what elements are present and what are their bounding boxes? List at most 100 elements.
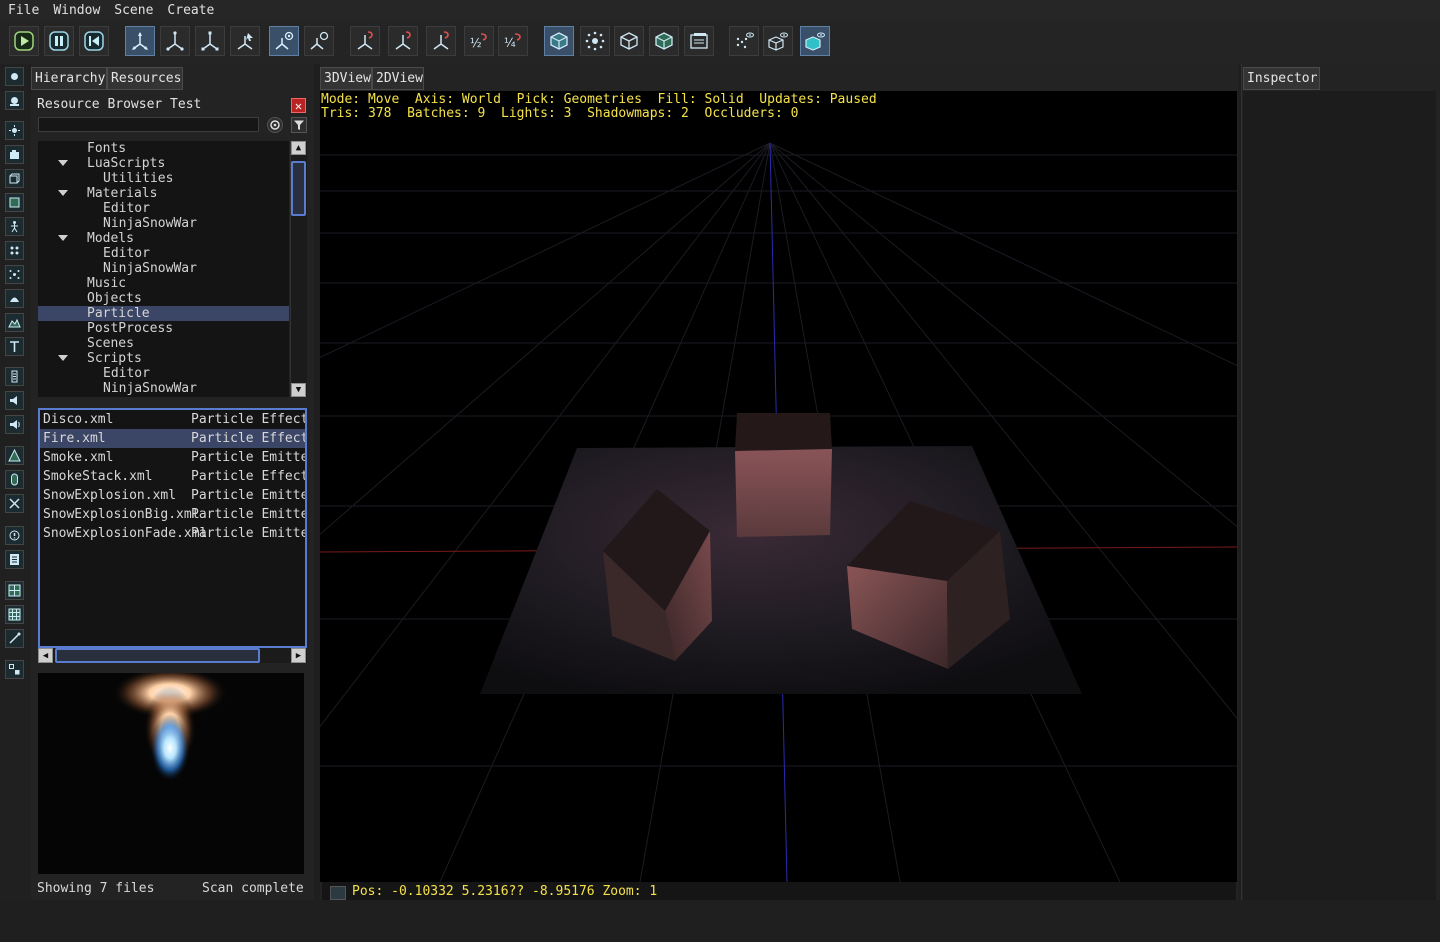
create-script-button[interactable]: [5, 526, 24, 545]
tree-item[interactable]: Editor: [38, 366, 289, 381]
pick-tool-button[interactable]: [269, 26, 299, 56]
create-static-model-button[interactable]: [5, 193, 24, 212]
tree-item[interactable]: Utilities: [38, 171, 289, 186]
scroll-right-arrow-icon[interactable]: ▶: [291, 648, 306, 663]
tree-item[interactable]: Editor: [38, 246, 289, 261]
file-row[interactable]: Disco.xml Particle Effect: [40, 410, 305, 429]
create-camera-button[interactable]: [5, 145, 24, 164]
tree-item[interactable]: Editor: [38, 201, 289, 216]
camera-tool-button[interactable]: [304, 26, 334, 56]
file-list-scroll-thumb[interactable]: [55, 648, 260, 663]
box-icon: [9, 173, 20, 184]
snap-rotate-button[interactable]: [388, 26, 418, 56]
play-button[interactable]: [9, 26, 39, 56]
create-constraint-button[interactable]: [5, 494, 24, 513]
tab-inspector[interactable]: Inspector: [1243, 67, 1320, 90]
filter-button[interactable]: [291, 117, 307, 133]
rewind-button[interactable]: [79, 26, 109, 56]
navmesh-icon: [8, 449, 21, 462]
tree-item[interactable]: LuaScripts: [38, 156, 289, 171]
expand-arrow-icon[interactable]: [58, 160, 68, 166]
create-node-button[interactable]: [5, 67, 24, 86]
create-collision-shape-button[interactable]: [5, 470, 24, 489]
create-animated-model-button[interactable]: [5, 217, 24, 236]
file-list[interactable]: Disco.xml Particle Effect Fire.xml Particle…: [38, 408, 307, 648]
view-points-button[interactable]: [729, 26, 759, 56]
file-row[interactable]: Smoke.xml Particle Emitter: [40, 448, 305, 467]
create-billboard-button[interactable]: [5, 241, 24, 260]
menu-file[interactable]: File: [0, 3, 45, 18]
create-zone-button[interactable]: [5, 581, 24, 600]
create-spline-button[interactable]: [5, 629, 24, 648]
scroll-up-arrow-icon[interactable]: ▲: [291, 141, 306, 155]
scale-tool-button[interactable]: [195, 26, 225, 56]
tree-item[interactable]: Materials: [38, 186, 289, 201]
file-row[interactable]: SmokeStack.xml Particle Effect: [40, 467, 305, 486]
create-terrain-button[interactable]: [5, 313, 24, 332]
create-sound-listener-button[interactable]: [5, 367, 24, 386]
create-lua-script-button[interactable]: [5, 550, 24, 569]
tree-item[interactable]: Models: [38, 231, 289, 246]
tree-item[interactable]: Scripts: [38, 351, 289, 366]
tree-item[interactable]: PostProcess: [38, 321, 289, 336]
snap-quarter-button[interactable]: ¼: [498, 26, 528, 56]
pause-button[interactable]: [44, 26, 74, 56]
tree-item[interactable]: Scenes: [38, 336, 289, 351]
file-row[interactable]: Fire.xml Particle Effect: [40, 429, 305, 448]
menu-create[interactable]: Create: [159, 3, 220, 18]
pick-components-button[interactable]: [684, 26, 714, 56]
tree-scroll-thumb[interactable]: [291, 161, 306, 216]
rotate-tool-button[interactable]: [160, 26, 190, 56]
fill-wireframe-button[interactable]: [614, 26, 644, 56]
create-replicated-node-button[interactable]: [5, 91, 24, 110]
create-particle-emitter-button[interactable]: [5, 265, 24, 284]
directory-tree[interactable]: Fonts LuaScripts Utilities Materials Editor N…: [38, 141, 289, 397]
tree-item[interactable]: NinjaSnowWar: [38, 216, 289, 231]
snap-scale-button[interactable]: [426, 26, 456, 56]
tab-resources[interactable]: Resources: [107, 67, 183, 90]
expand-arrow-icon[interactable]: [58, 355, 68, 361]
tree-item[interactable]: Objects: [38, 291, 289, 306]
expand-arrow-icon[interactable]: [58, 190, 68, 196]
scroll-left-arrow-icon[interactable]: ◀: [38, 648, 53, 663]
create-sound-source-button[interactable]: [5, 391, 24, 410]
file-row[interactable]: SnowExplosion.xml Particle Emitter: [40, 486, 305, 505]
tab-2dview[interactable]: 2DView: [372, 67, 424, 90]
move-tool-button[interactable]: [125, 26, 155, 56]
create-sound-source-3d-button[interactable]: [5, 415, 24, 434]
view-box-button[interactable]: [763, 26, 793, 56]
menu-window[interactable]: Window: [45, 3, 106, 18]
tab-hierarchy[interactable]: Hierarchy: [31, 67, 107, 90]
scene-3d-viewport[interactable]: Mode: Move Axis: World Pick: Geometries …: [320, 91, 1237, 882]
select-tool-button[interactable]: [230, 26, 260, 56]
snap-half-button[interactable]: ½: [464, 26, 494, 56]
create-component-button[interactable]: [5, 660, 24, 679]
close-button[interactable]: ✕: [291, 98, 306, 113]
tree-item[interactable]: NinjaSnowWar: [38, 381, 289, 396]
file-row[interactable]: SnowExplosionBig.xml Particle Emitter: [40, 505, 305, 524]
fill-solid-button[interactable]: [544, 26, 574, 56]
search-options-button[interactable]: [267, 117, 283, 133]
scroll-down-arrow-icon[interactable]: ▼: [291, 383, 306, 397]
create-light-button[interactable]: [5, 121, 24, 140]
tree-item[interactable]: NinjaSnowWar: [38, 261, 289, 276]
create-occluder-button[interactable]: [5, 605, 24, 624]
pick-geometries-button[interactable]: [649, 26, 679, 56]
create-box-button[interactable]: [5, 169, 24, 188]
text-icon: [10, 341, 19, 352]
create-text3d-button[interactable]: [5, 337, 24, 356]
snap-settings-icon[interactable]: [330, 886, 346, 900]
create-skybox-button[interactable]: [5, 289, 24, 308]
view-solid-button[interactable]: [800, 26, 830, 56]
snap-move-button[interactable]: [350, 26, 380, 56]
fill-points-button[interactable]: [580, 26, 610, 56]
tree-item[interactable]: Music: [38, 276, 289, 291]
create-navigation-mesh-button[interactable]: [5, 446, 24, 465]
tree-item[interactable]: Fonts: [38, 141, 289, 156]
tree-item[interactable]: Particle: [38, 306, 289, 321]
expand-arrow-icon[interactable]: [58, 235, 68, 241]
tab-3dview[interactable]: 3DView: [320, 67, 372, 90]
menu-scene[interactable]: Scene: [106, 3, 159, 18]
search-input[interactable]: [38, 117, 259, 132]
file-row[interactable]: SnowExplosionFade.xml Particle Emitter: [40, 524, 305, 543]
